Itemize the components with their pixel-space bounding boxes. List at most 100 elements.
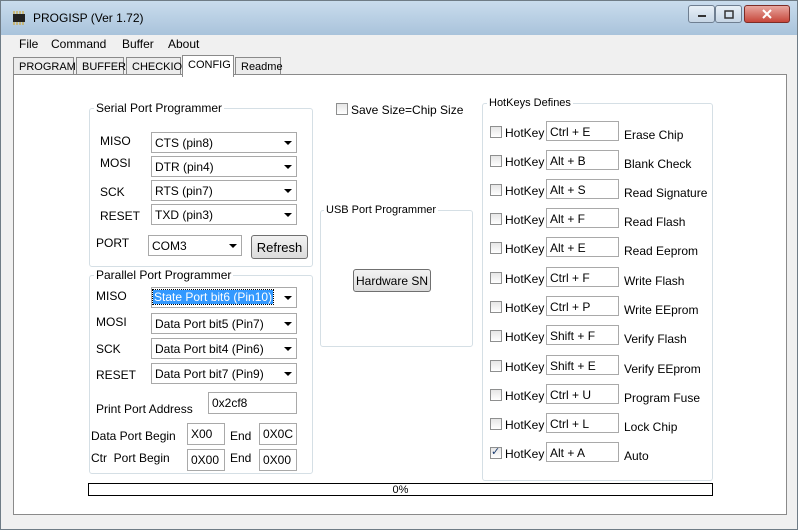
menu-file[interactable]: File xyxy=(19,37,38,51)
data-port-begin-label: Data Port Begin xyxy=(91,429,176,443)
tab-program[interactable]: PROGRAM xyxy=(13,57,76,75)
hotkeys-title: HotKeys Defines xyxy=(487,97,573,109)
window-title: PROGISP (Ver 1.72) xyxy=(33,11,144,25)
tab-config[interactable]: CONFIG xyxy=(182,55,234,77)
hotkey-row: HotKey Ctrl + L Lock Chip xyxy=(490,413,710,437)
hotkey-row: HotKey Alt + F Read Flash xyxy=(490,208,710,232)
hotkey-action: Read Flash xyxy=(624,215,686,229)
hotkey-input[interactable]: Alt + A xyxy=(546,442,619,462)
hotkey-label: HotKey xyxy=(505,184,545,198)
hotkey-checkbox[interactable] xyxy=(490,213,502,225)
serial-reset-select[interactable]: TXD (pin3) xyxy=(151,204,297,225)
close-icon xyxy=(762,9,772,19)
hotkey-action: Lock Chip xyxy=(624,420,678,434)
hotkey-label: HotKey xyxy=(505,213,545,227)
parallel-mosi-select[interactable]: Data Port bit5 (Pin7) xyxy=(151,313,297,334)
hotkey-action: Blank Check xyxy=(624,157,692,171)
hotkey-input[interactable]: Ctrl + E xyxy=(546,121,619,141)
hotkey-action: Read Signature xyxy=(624,186,708,200)
hotkey-checkbox[interactable] xyxy=(490,418,502,430)
dropdown-arrow-icon xyxy=(284,322,292,326)
serial-port-label: PORT xyxy=(96,236,130,250)
hotkey-label: HotKey xyxy=(505,301,545,315)
ctr-port-begin-input[interactable]: 0X00 xyxy=(187,449,225,471)
serial-port-title: Serial Port Programmer xyxy=(94,101,225,115)
parallel-sck-value: Data Port bit4 (Pin6) xyxy=(155,342,264,356)
hotkey-action: Verify Flash xyxy=(624,332,687,346)
hotkey-checkbox[interactable] xyxy=(490,389,502,401)
ctr-port-begin-label: Ctr Port Begin xyxy=(91,451,170,465)
minimize-button[interactable] xyxy=(688,5,715,23)
data-port-end-label: End xyxy=(230,429,252,443)
hotkey-input[interactable]: Alt + S xyxy=(546,179,619,199)
menu-command[interactable]: Command xyxy=(51,37,106,51)
data-port-begin-input[interactable]: X00 xyxy=(187,423,225,445)
usb-port-title: USB Port Programmer xyxy=(324,204,439,216)
maximize-button[interactable] xyxy=(715,5,742,23)
hotkey-row: HotKey Alt + B Blank Check xyxy=(490,150,710,174)
serial-miso-value: CTS (pin8) xyxy=(155,136,214,150)
hotkey-label: HotKey xyxy=(505,330,545,344)
hotkey-checkbox[interactable] xyxy=(490,360,502,372)
hotkey-checkbox[interactable] xyxy=(490,330,502,342)
serial-miso-label: MISO xyxy=(100,134,131,148)
refresh-button[interactable]: Refresh xyxy=(251,235,308,259)
com-port-value: COM3 xyxy=(152,239,187,253)
hotkey-input[interactable]: Shift + E xyxy=(546,355,619,375)
close-button[interactable] xyxy=(744,5,790,23)
hotkey-action: Read Eeprom xyxy=(624,244,699,258)
menu-bar: File Command Buffer About xyxy=(13,35,787,53)
menu-about[interactable]: About xyxy=(168,37,199,51)
hotkey-label: HotKey xyxy=(505,242,545,256)
hotkey-checkbox[interactable] xyxy=(490,184,502,196)
tab-readme[interactable]: Readme xyxy=(235,57,283,75)
ctr-port-end-input[interactable]: 0X00 xyxy=(259,449,297,471)
serial-mosi-select[interactable]: DTR (pin4) xyxy=(151,156,297,177)
tab-checkio[interactable]: CHECKIO xyxy=(126,57,182,75)
hotkey-input[interactable]: Ctrl + P xyxy=(546,296,619,316)
hotkey-checkbox[interactable] xyxy=(490,126,502,138)
hotkey-checkbox[interactable] xyxy=(490,155,502,167)
dropdown-arrow-icon xyxy=(284,347,292,351)
hotkey-input[interactable]: Alt + F xyxy=(546,208,619,228)
tab-buffer[interactable]: BUFFER xyxy=(76,57,126,75)
parallel-port-title: Parallel Port Programmer xyxy=(94,268,234,282)
progress-bar: 0% xyxy=(88,483,713,496)
dropdown-arrow-icon xyxy=(284,296,292,300)
title-bar[interactable]: PROGISP (Ver 1.72) xyxy=(1,1,797,35)
dropdown-arrow-icon xyxy=(284,165,292,169)
hotkey-input[interactable]: Alt + E xyxy=(546,237,619,257)
parallel-mosi-label: MOSI xyxy=(96,315,127,329)
hotkey-input[interactable]: Alt + B xyxy=(546,150,619,170)
hotkey-input[interactable]: Ctrl + U xyxy=(546,384,619,404)
hotkey-label: HotKey xyxy=(505,360,545,374)
serial-miso-select[interactable]: CTS (pin8) xyxy=(151,132,297,153)
hotkey-row: HotKey Ctrl + E Erase Chip xyxy=(490,121,710,145)
hotkey-action: Write EEprom xyxy=(624,303,699,317)
hotkey-checkbox[interactable] xyxy=(490,242,502,254)
hotkey-checkbox[interactable] xyxy=(490,445,502,459)
save-size-label: Save Size=Chip Size xyxy=(351,103,464,117)
parallel-reset-select[interactable]: Data Port bit7 (Pin9) xyxy=(151,363,297,384)
data-port-end-input[interactable]: 0X0C xyxy=(259,423,297,445)
dropdown-arrow-icon xyxy=(284,372,292,376)
serial-sck-select[interactable]: RTS (pin7) xyxy=(151,180,297,201)
parallel-miso-select[interactable]: State Port bit6 (Pin10) xyxy=(151,287,297,308)
save-size-checkbox[interactable] xyxy=(336,103,348,115)
menu-buffer[interactable]: Buffer xyxy=(122,37,154,51)
hotkey-checkbox[interactable] xyxy=(490,301,502,313)
serial-mosi-label: MOSI xyxy=(100,156,131,170)
hotkey-input[interactable]: Ctrl + L xyxy=(546,413,619,433)
hardware-sn-button[interactable]: Hardware SN xyxy=(353,269,431,292)
main-window: PROGISP (Ver 1.72) File Command Buffer A… xyxy=(0,0,798,530)
hotkey-input[interactable]: Ctrl + F xyxy=(546,267,619,287)
parallel-sck-select[interactable]: Data Port bit4 (Pin6) xyxy=(151,338,297,359)
hotkey-checkbox[interactable] xyxy=(490,272,502,284)
com-port-select[interactable]: COM3 xyxy=(148,235,242,256)
hotkey-row: HotKey Ctrl + P Write EEprom xyxy=(490,296,710,320)
print-port-input[interactable]: 0x2cf8 xyxy=(208,392,297,414)
hotkey-action: Verify EEprom xyxy=(624,362,701,376)
hotkey-input[interactable]: Shift + F xyxy=(546,325,619,345)
hotkey-row: HotKey Alt + E Read Eeprom xyxy=(490,237,710,261)
parallel-reset-label: RESET xyxy=(96,368,137,382)
